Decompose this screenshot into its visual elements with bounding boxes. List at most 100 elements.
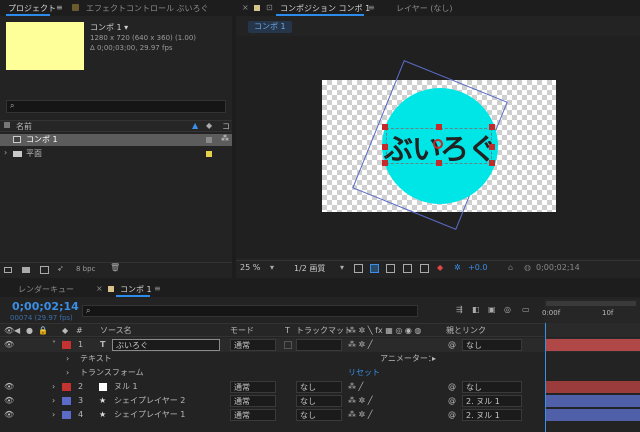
parent-select[interactable]: なし — [462, 339, 522, 351]
switch-icon[interactable]: ⁂ ✲ ╱ — [348, 408, 373, 422]
solo-icon[interactable]: ● — [26, 324, 33, 338]
viewer-timecode[interactable]: 0;00;02;14 — [536, 263, 580, 272]
eye-icon[interactable]: 👁 — [4, 408, 14, 422]
label-swatch[interactable] — [62, 383, 71, 391]
pin-icon[interactable]: ➶ — [57, 264, 64, 273]
draft-3d-icon[interactable]: ◧ — [472, 305, 480, 314]
label-swatch[interactable] — [62, 411, 71, 419]
exposure-reset-icon[interactable]: ✲ — [454, 263, 461, 272]
work-area-bar[interactable] — [546, 301, 636, 306]
track-matte-select[interactable] — [296, 339, 342, 351]
trash-icon[interactable]: 🗑 — [110, 263, 120, 272]
layer-row[interactable]: 👁 ˅ 1 T ぶいろぐ 通常 ⁂ ✲ ╱ @ なし — [0, 338, 640, 352]
mode-select[interactable]: 通常 — [230, 381, 276, 393]
property-group[interactable]: › テキスト アニメーター： ▸ — [0, 352, 640, 366]
handle[interactable] — [489, 160, 495, 166]
transparency-grid-icon[interactable] — [370, 264, 379, 273]
channel-icon[interactable]: ◆ — [437, 263, 443, 272]
close-icon[interactable]: × — [242, 3, 249, 12]
layer-name[interactable]: シェイプレイヤー 2 — [114, 394, 185, 408]
play-icon[interactable]: ▸ — [432, 352, 436, 366]
tab-project[interactable]: プロジェクト — [8, 3, 56, 14]
tab-timeline-comp[interactable]: コンポ 1 — [120, 284, 152, 295]
comp-title[interactable]: コンポ 1 ▾ — [90, 22, 128, 33]
lock-icon[interactable] — [72, 4, 79, 11]
layer-name-field[interactable]: ぶいろぐ — [112, 339, 220, 351]
chevron-right-icon[interactable]: › — [52, 380, 55, 394]
mode-select[interactable]: 通常 — [230, 339, 276, 351]
mask-icon[interactable] — [386, 264, 395, 273]
parent-select[interactable]: 2. ヌル 1 — [462, 395, 522, 407]
mode-select[interactable]: 通常 — [230, 409, 276, 421]
reset-link[interactable]: リセット — [348, 366, 380, 380]
handle[interactable] — [382, 160, 388, 166]
playhead-line[interactable] — [545, 323, 546, 432]
menu-icon[interactable]: ≡ — [56, 3, 63, 12]
chevron-right-icon[interactable]: › — [66, 352, 69, 366]
new-comp-icon[interactable] — [40, 266, 49, 274]
motion-blur-icon[interactable]: ◎ — [504, 305, 511, 314]
handle[interactable] — [382, 144, 388, 150]
label-icon[interactable]: ◆ — [62, 324, 68, 338]
track-matte-select[interactable]: なし — [296, 381, 342, 393]
switch-icon[interactable]: ⁂ ✲ ╱ — [348, 394, 373, 408]
pickwhip-icon[interactable]: @ — [448, 380, 456, 394]
current-timecode[interactable]: 0;00;02;14 — [12, 300, 79, 313]
search-input[interactable] — [21, 102, 221, 112]
layer-search[interactable]: ⌕ — [82, 305, 418, 317]
handle[interactable] — [489, 144, 495, 150]
layer-row[interactable]: 👁 › 2 ヌル 1 通常 なし ⁂ ╱ @ なし — [0, 380, 640, 394]
col-track-matte[interactable]: トラックマット — [296, 324, 352, 338]
layer-name[interactable]: ヌル 1 — [114, 380, 138, 394]
col-parent[interactable]: 親とリンク — [446, 324, 486, 338]
tab-render-queue[interactable]: レンダーキュー — [18, 284, 74, 295]
layer-row[interactable]: 👁 › 3 ★ シェイプレイヤー 2 通常 なし ⁂ ✲ ╱ @ 2. ヌル 1 — [0, 394, 640, 408]
shy-icon[interactable]: ▣ — [488, 305, 496, 314]
pickwhip-icon[interactable]: @ — [448, 408, 456, 422]
grid-icon[interactable] — [403, 264, 412, 273]
tab-composition[interactable]: コンポジション コンポ 1 — [280, 3, 370, 14]
comp-flow-icon[interactable]: ⇶ — [456, 305, 463, 314]
anchor-point-icon[interactable] — [433, 139, 443, 149]
switch-icon[interactable]: ⁂ ╱ — [348, 380, 363, 394]
parent-select[interactable]: 2. ヌル 1 — [462, 409, 522, 421]
snapshot-icon[interactable]: ◍ — [524, 263, 531, 272]
layer-name[interactable]: シェイプレイヤー 1 — [114, 408, 185, 422]
chevron-right-icon[interactable]: › — [4, 148, 7, 157]
viewer[interactable]: ぶいろぐ — [236, 36, 640, 258]
bpc-button[interactable]: 8 bpc — [76, 265, 95, 273]
menu-icon[interactable]: ≡ — [154, 284, 161, 293]
chevron-right-icon[interactable]: › — [52, 408, 55, 422]
tab-layer[interactable]: レイヤー (なし) — [396, 3, 453, 14]
preserve-transparency-checkbox[interactable] — [284, 341, 292, 349]
lock-icon[interactable]: 🔒 — [38, 324, 48, 338]
guide-icon[interactable] — [420, 264, 429, 273]
handle[interactable] — [436, 124, 442, 130]
audio-icon[interactable]: ◀ — [14, 324, 20, 338]
eye-icon[interactable]: 👁 — [4, 380, 14, 394]
exposure-value[interactable]: +0.0 — [468, 263, 487, 272]
label-swatch[interactable] — [62, 341, 71, 349]
mode-select[interactable]: 通常 — [230, 395, 276, 407]
layer-bar[interactable] — [546, 395, 640, 407]
col-source-name[interactable]: ソース名 — [100, 324, 132, 338]
layer-row[interactable]: 👁 › 4 ★ シェイプレイヤー 1 通常 なし ⁂ ✲ ╱ @ 2. ヌル 1 — [0, 408, 640, 422]
chevron-right-icon[interactable]: › — [66, 366, 69, 380]
eye-icon[interactable]: 👁 — [4, 338, 14, 352]
tab-effects[interactable]: エフェクトコントロール ぶいろぐ — [86, 3, 209, 14]
handle[interactable] — [489, 124, 495, 130]
track-matte-select[interactable]: なし — [296, 395, 342, 407]
layer-bar[interactable] — [546, 339, 640, 351]
list-item[interactable]: コンポ 1 ⁂ — [0, 134, 232, 146]
new-folder-icon[interactable] — [22, 267, 30, 273]
col-t[interactable]: T — [285, 324, 290, 338]
collapse-switch-icon[interactable]: ⁂ ✲ ╱ — [348, 338, 373, 352]
search-field[interactable]: ⌕ — [6, 100, 226, 113]
chevron-right-icon[interactable]: › — [52, 394, 55, 408]
camera-icon[interactable]: ⌂ — [508, 263, 513, 272]
close-icon[interactable]: × — [96, 284, 103, 293]
eye-icon[interactable]: 👁 — [4, 324, 14, 338]
interpret-icon[interactable] — [4, 267, 12, 273]
layer-bar[interactable] — [546, 409, 640, 421]
graph-editor-icon[interactable]: ▭ — [522, 305, 530, 314]
